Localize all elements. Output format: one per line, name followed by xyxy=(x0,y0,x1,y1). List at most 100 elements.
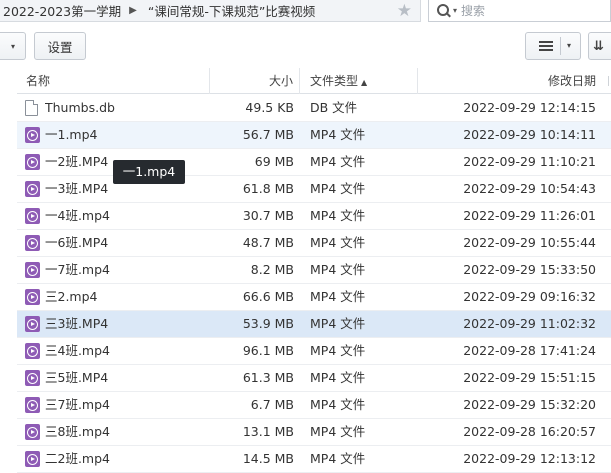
file-type: MP4 文件 xyxy=(310,289,366,304)
column-header-modified[interactable]: 修改日期 xyxy=(418,68,611,94)
file-name: 三4班.mp4 xyxy=(45,343,110,358)
file-modified: 2022-09-29 12:14:15 xyxy=(463,100,596,115)
column-header-name[interactable]: 名称 xyxy=(17,68,210,94)
file-row[interactable]: 三2.mp4 66.6 MB MP4 文件 2022-09-29 09:16:3… xyxy=(17,284,611,311)
video-icon xyxy=(25,154,40,170)
breadcrumb-item-current-folder[interactable]: “课间常规-下课规范”比赛视频 xyxy=(145,1,315,20)
file-size: 14.5 MB xyxy=(242,451,294,466)
column-header: 名称 大小 文件类型 ▲ 修改日期 xyxy=(17,68,611,94)
file-modified: 2022-09-29 12:13:12 xyxy=(463,451,596,466)
file-name: 二2班.mp4 xyxy=(45,451,110,466)
chevron-down-icon: ▾ xyxy=(10,41,15,51)
file-modified: 2022-09-29 11:26:01 xyxy=(463,208,596,223)
file-row[interactable]: 三4班.mp4 96.1 MB MP4 文件 2022-09-28 17:41:… xyxy=(17,338,611,365)
file-type: MP4 文件 xyxy=(310,208,366,223)
file-row[interactable]: 一3班.MP4 61.8 MB MP4 文件 2022-09-29 10:54:… xyxy=(17,176,611,203)
file-size: 48.7 MB xyxy=(242,235,294,250)
file-type: MP4 文件 xyxy=(310,370,366,385)
breadcrumb: 2022-2023第一学期 ▶ “课间常规-下课规范”比赛视频 ★ xyxy=(0,0,421,22)
video-icon xyxy=(25,289,40,305)
file-row[interactable]: 三5班.MP4 61.3 MB MP4 文件 2022-09-29 15:51:… xyxy=(17,365,611,392)
video-icon xyxy=(25,370,40,386)
file-type: MP4 文件 xyxy=(310,262,366,277)
column-resize-handle[interactable] xyxy=(608,76,609,86)
file-type: MP4 文件 xyxy=(310,127,366,142)
file-size: 56.7 MB xyxy=(242,127,294,142)
divider xyxy=(560,37,561,55)
star-icon[interactable]: ★ xyxy=(397,1,412,21)
file-type: MP4 文件 xyxy=(310,154,366,169)
search-input[interactable] xyxy=(461,3,592,18)
breadcrumb-separator-icon: ▶ xyxy=(129,5,137,16)
file-name: 三7班.mp4 xyxy=(45,397,110,412)
file-type: DB 文件 xyxy=(310,100,358,115)
view-mode-button[interactable]: ▾ xyxy=(525,32,581,60)
file-type: MP4 文件 xyxy=(310,343,366,358)
video-icon xyxy=(25,451,40,467)
video-icon xyxy=(25,235,40,251)
file-name: 一7班.mp4 xyxy=(45,262,110,277)
file-row[interactable]: 一7班.mp4 8.2 MB MP4 文件 2022-09-29 15:33:5… xyxy=(17,257,611,284)
file-name: 三5班.MP4 xyxy=(45,370,109,385)
file-row[interactable]: 三3班.MP4 53.9 MB MP4 文件 2022-09-29 11:02:… xyxy=(17,311,611,338)
file-type: MP4 文件 xyxy=(310,181,366,196)
file-name: 三3班.MP4 xyxy=(45,316,109,331)
file-name: Thumbs.db xyxy=(45,100,115,115)
file-name: 一6班.MP4 xyxy=(45,235,109,250)
more-actions-button[interactable]: ▾ xyxy=(0,32,26,60)
sort-button[interactable]: ⇊ xyxy=(588,32,611,60)
video-icon xyxy=(25,262,40,278)
file-size: 30.7 MB xyxy=(242,208,294,223)
file-browser-window: 2022-2023第一学期 ▶ “课间常规-下课规范”比赛视频 ★ ▾ ▾ 设置… xyxy=(0,0,611,473)
file-row[interactable]: Thumbs.db 49.5 KB DB 文件 2022-09-29 12:14… xyxy=(17,95,611,122)
file-row[interactable]: 一6班.MP4 48.7 MB MP4 文件 2022-09-29 10:55:… xyxy=(17,230,611,257)
file-modified: 2022-09-28 16:20:57 xyxy=(463,424,596,439)
file-row[interactable]: 三7班.mp4 6.7 MB MP4 文件 2022-09-29 15:32:2… xyxy=(17,392,611,419)
video-icon xyxy=(25,424,40,440)
search-icon[interactable] xyxy=(437,3,451,18)
toolbar: ▾ 设置 ▾ ⇊ xyxy=(0,22,611,68)
file-modified: 2022-09-29 11:10:21 xyxy=(463,154,596,169)
file-type: MP4 文件 xyxy=(310,424,366,439)
file-modified: 2022-09-29 10:54:43 xyxy=(463,181,596,196)
file-row[interactable]: 一1.mp4 56.7 MB MP4 文件 2022-09-29 10:14:1… xyxy=(17,122,611,149)
file-size: 53.9 MB xyxy=(242,316,294,331)
column-header-size-label: 大小 xyxy=(268,74,293,88)
sort-ascending-icon: ▲ xyxy=(361,78,368,87)
file-modified: 2022-09-29 11:02:32 xyxy=(463,316,596,331)
column-header-size[interactable]: 大小 xyxy=(210,68,300,94)
file-list: 名称 大小 文件类型 ▲ 修改日期 Thumbs.db 49.5 KB DB 文件… xyxy=(0,68,611,473)
video-icon xyxy=(25,316,40,332)
file-size: 96.1 MB xyxy=(242,343,294,358)
file-size: 8.2 MB xyxy=(250,262,294,277)
video-icon xyxy=(25,181,40,197)
file-size: 61.8 MB xyxy=(242,181,294,196)
chevron-down-icon[interactable]: ▾ xyxy=(567,41,571,50)
file-size: 6.7 MB xyxy=(250,397,294,412)
file-row[interactable]: 一4班.mp4 30.7 MB MP4 文件 2022-09-29 11:26:… xyxy=(17,203,611,230)
column-header-type[interactable]: 文件类型 ▲ xyxy=(300,68,418,94)
file-modified: 2022-09-29 15:51:15 xyxy=(463,370,596,385)
list-view-icon xyxy=(539,40,553,52)
video-icon xyxy=(25,343,40,359)
file-size: 49.5 KB xyxy=(245,100,294,115)
file-size: 69 MB xyxy=(254,154,294,169)
column-header-name-label: 名称 xyxy=(26,74,51,88)
breadcrumb-item-semester[interactable]: 2022-2023第一学期 xyxy=(0,1,121,20)
file-modified: 2022-09-29 09:16:32 xyxy=(463,289,596,304)
file-size: 13.1 MB xyxy=(242,424,294,439)
file-type: MP4 文件 xyxy=(310,397,366,412)
search-box[interactable]: ▾ xyxy=(428,0,611,22)
file-name: 三2.mp4 xyxy=(45,289,98,304)
file-modified: 2022-09-29 15:32:20 xyxy=(463,397,596,412)
sort-icon: ⇊ xyxy=(593,38,604,54)
document-icon xyxy=(25,100,38,116)
file-row[interactable]: 二2班.mp4 14.5 MB MP4 文件 2022-09-29 12:13:… xyxy=(17,446,611,473)
settings-button[interactable]: 设置 xyxy=(34,32,86,60)
filename-tooltip: 一1.mp4 xyxy=(113,160,185,184)
file-row[interactable]: 一2班.MP4 69 MB MP4 文件 2022-09-29 11:10:21 xyxy=(17,149,611,176)
file-row[interactable]: 三8班.mp4 13.1 MB MP4 文件 2022-09-28 16:20:… xyxy=(17,419,611,446)
column-header-modified-label: 修改日期 xyxy=(547,74,596,88)
chevron-down-icon[interactable]: ▾ xyxy=(453,6,457,15)
file-type: MP4 文件 xyxy=(310,316,366,331)
